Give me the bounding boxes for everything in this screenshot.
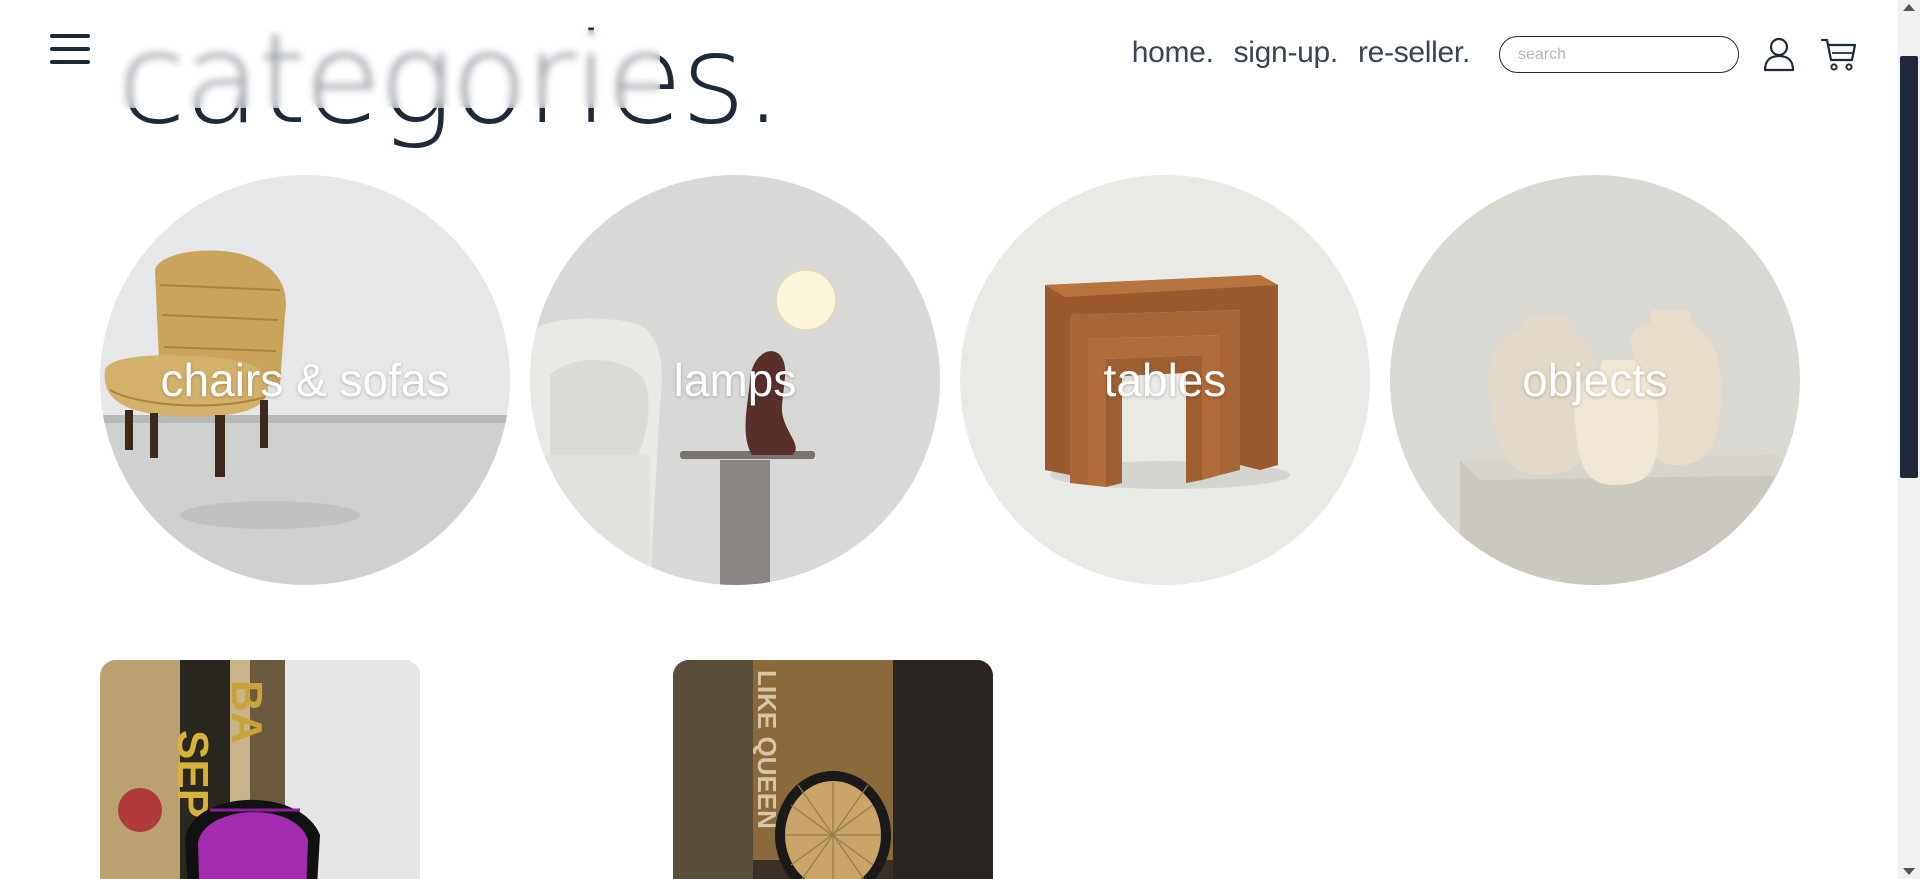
category-lamps[interactable]: lamps — [530, 175, 940, 585]
category-label: chairs & sofas — [160, 354, 450, 406]
category-objects[interactable]: objects — [1390, 175, 1800, 585]
category-label: objects — [1522, 354, 1668, 406]
product-image-cane-chair: LIKE QUEEN — [673, 660, 993, 879]
category-list: chairs & sofas lamps tables objects — [100, 175, 1800, 585]
svg-text:LIKE QUEEN: LIKE QUEEN — [752, 670, 782, 829]
main-nav: home. sign-up. re-seller. — [1132, 36, 1471, 70]
category-tables[interactable]: tables — [960, 175, 1370, 585]
svg-text:SEP: SEP — [168, 730, 217, 818]
product-card[interactable]: LIKE QUEEN — [673, 660, 993, 879]
vertical-scrollbar[interactable] — [1898, 0, 1920, 879]
scroll-down-arrow-icon[interactable] — [1903, 868, 1915, 875]
svg-text:BA: BA — [222, 680, 271, 744]
search-input[interactable] — [1499, 36, 1739, 73]
site-header: home. sign-up. re-seller. — [0, 0, 1898, 110]
nav-re-seller-link[interactable]: re-seller. — [1358, 36, 1470, 70]
nav-home-link[interactable]: home. — [1132, 36, 1214, 70]
scrollbar-thumb[interactable] — [1900, 56, 1918, 478]
product-card[interactable]: SEP BA — [100, 660, 420, 879]
category-label: tables — [1103, 354, 1227, 406]
user-icon[interactable] — [1759, 34, 1799, 74]
product-image-purple-chair: SEP BA — [100, 660, 420, 879]
hamburger-menu-icon[interactable] — [50, 34, 90, 68]
nav-sign-up-link[interactable]: sign-up. — [1234, 36, 1339, 70]
shopping-cart-icon[interactable] — [1819, 34, 1859, 74]
category-chairs-sofas[interactable]: chairs & sofas — [100, 175, 510, 585]
scroll-up-arrow-icon[interactable] — [1903, 4, 1915, 11]
category-label: lamps — [673, 354, 797, 406]
